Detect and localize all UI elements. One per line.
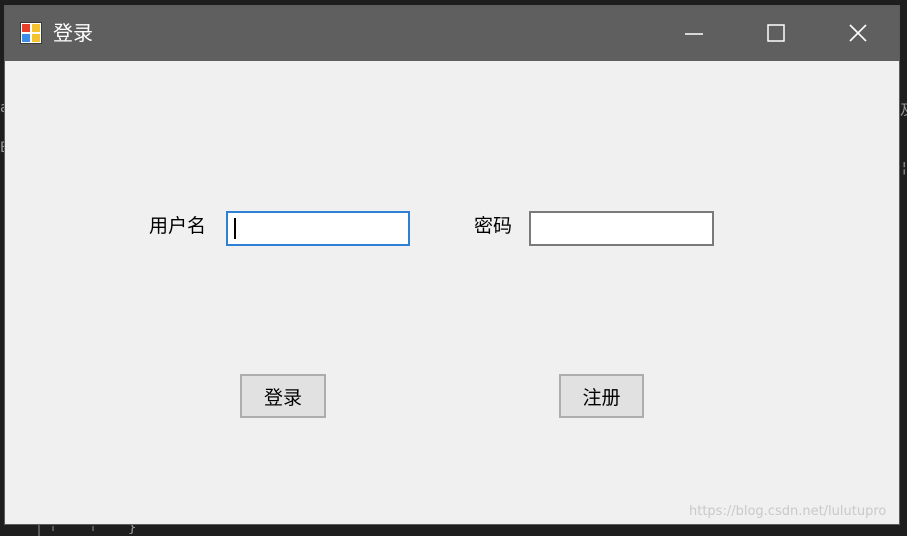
maximize-icon (767, 24, 785, 42)
register-button[interactable]: 注册 (559, 374, 644, 418)
background-guide-line (38, 524, 40, 536)
login-button[interactable]: 登录 (240, 374, 326, 418)
background-guide-tick (52, 526, 54, 531)
background-glyph: 及 (900, 100, 907, 120)
minimize-button[interactable] (653, 6, 735, 61)
watermark: https://blog.csdn.net/lulutupro (689, 504, 887, 519)
close-icon (849, 24, 867, 42)
close-button[interactable] (817, 6, 899, 61)
background-glyph: ¦ (900, 160, 907, 176)
password-label: 密码 (474, 215, 513, 237)
app-window-icon (20, 22, 42, 44)
password-input[interactable] (529, 211, 714, 246)
title-bar[interactable]: 登录 (5, 6, 899, 61)
username-label: 用户名 (149, 215, 207, 237)
background-guide-tick (92, 526, 94, 531)
window-title: 登录 (53, 21, 93, 45)
username-input[interactable] (226, 211, 410, 246)
minimize-icon (685, 33, 703, 35)
login-window: 登录 用户名 密码 登录 注册 (4, 5, 900, 525)
maximize-button[interactable] (735, 6, 817, 61)
text-caret (234, 218, 236, 239)
